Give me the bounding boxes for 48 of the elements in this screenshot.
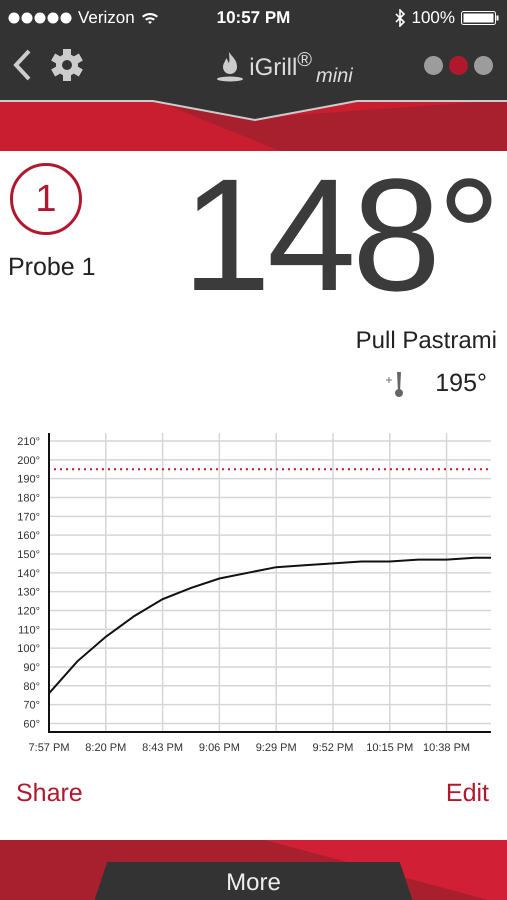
x-axis-label: 9:52 PM xyxy=(312,742,354,754)
y-axis-label: 160° xyxy=(17,530,40,542)
y-axis-label: 110° xyxy=(18,624,40,636)
y-axis-label: 70° xyxy=(23,700,40,712)
y-axis-label: 170° xyxy=(17,511,40,524)
y-axis-label: 140° xyxy=(17,568,40,580)
probe-number: 1 xyxy=(10,163,82,235)
y-axis-label: 210° xyxy=(17,436,40,448)
page-dot[interactable] xyxy=(424,56,443,74)
x-axis-label: 8:43 PM xyxy=(142,742,184,754)
settings-icon[interactable] xyxy=(50,48,84,82)
battery-icon xyxy=(460,11,499,25)
preset-name: Pull Pastrami xyxy=(356,327,497,355)
x-axis-label: 9:06 PM xyxy=(198,742,240,754)
y-axis-label: 180° xyxy=(17,492,40,504)
y-axis-label: 120° xyxy=(17,605,40,618)
y-axis-label: 190° xyxy=(17,474,40,486)
x-axis-label: 10:15 PM xyxy=(366,742,414,754)
y-axis-label: 130° xyxy=(17,586,40,599)
x-axis-label: 9:29 PM xyxy=(256,742,297,754)
y-axis-label: 60° xyxy=(23,718,40,730)
current-temperature: 148° xyxy=(182,155,497,315)
y-axis-label: 150° xyxy=(17,548,40,561)
logo-suffix: mini xyxy=(316,64,353,88)
target-temperature: 195° xyxy=(435,369,487,398)
flame-icon xyxy=(215,50,246,82)
x-axis-label: 8:20 PM xyxy=(85,742,126,754)
back-icon[interactable] xyxy=(12,49,32,81)
carrier-name: Verizon xyxy=(78,8,135,28)
x-axis-label: 7:57 PM xyxy=(28,742,70,754)
page-dot[interactable] xyxy=(474,56,493,74)
edit-link[interactable]: Edit xyxy=(446,777,489,809)
y-axis-label: 90° xyxy=(23,662,40,674)
x-axis-label: 10:38 PM xyxy=(423,742,470,754)
thermometer-icon xyxy=(385,370,406,398)
y-axis-label: 100° xyxy=(17,643,40,656)
share-link[interactable]: Share xyxy=(16,777,83,809)
signal-icon xyxy=(8,12,72,24)
probe-name: Probe 1 xyxy=(8,253,96,282)
battery-percent: 100% xyxy=(412,8,455,28)
more-button[interactable]: More xyxy=(94,862,412,900)
y-axis-label: 200° xyxy=(17,454,40,467)
bluetooth-icon xyxy=(394,9,406,27)
clock-time: 10:57 PM xyxy=(216,8,290,28)
page-dot[interactable] xyxy=(448,56,468,74)
wifi-icon xyxy=(140,11,159,25)
app-logo: iGrill$^{®}$ xyxy=(249,48,312,82)
y-axis-label: 80° xyxy=(23,680,40,693)
